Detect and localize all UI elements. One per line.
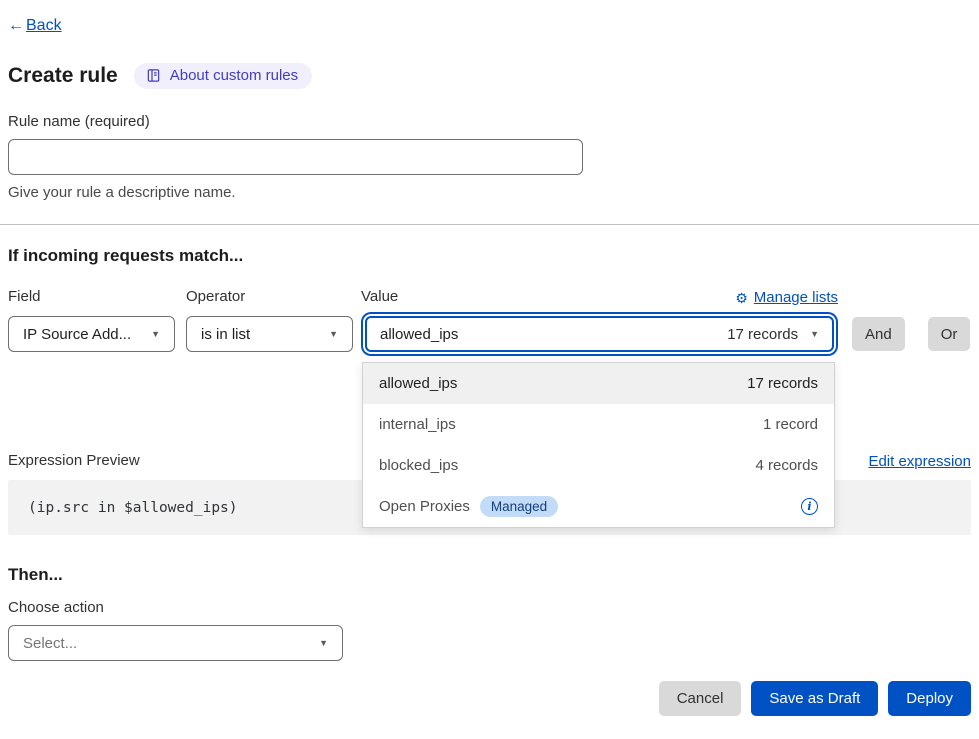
value-label: Value <box>361 288 398 306</box>
value-select[interactable]: allowed_ips 17 records ▼ <box>365 316 834 352</box>
match-labels-row: Field Operator Value ⚙ Manage lists <box>8 288 971 306</box>
footer-actions: Cancel Save as Draft Deploy <box>8 681 971 716</box>
back-link-label: Back <box>26 17 62 35</box>
match-section-heading: If incoming requests match... <box>8 246 971 266</box>
save-as-draft-button[interactable]: Save as Draft <box>751 681 878 716</box>
about-custom-rules-link[interactable]: About custom rules <box>134 63 312 89</box>
option-record-count: 4 records <box>755 457 818 474</box>
manage-lists-label: Manage lists <box>754 289 838 306</box>
about-custom-rules-label: About custom rules <box>170 67 298 84</box>
and-button[interactable]: And <box>852 317 905 351</box>
rule-name-input[interactable] <box>8 139 583 175</box>
managed-badge: Managed <box>480 496 558 517</box>
chevron-down-icon: ▼ <box>798 329 819 339</box>
info-icon[interactable]: i <box>801 498 818 515</box>
title-row: Create rule About custom rules <box>8 63 971 89</box>
field-select-value: IP Source Add... <box>23 326 131 343</box>
option-record-count: 17 records <box>747 375 818 392</box>
rule-name-group: Rule name (required) Give your rule a de… <box>8 113 971 202</box>
option-name: Open Proxies <box>379 498 470 515</box>
option-name: blocked_ips <box>379 457 458 474</box>
value-dropdown-panel: allowed_ips 17 records internal_ips 1 re… <box>362 362 835 528</box>
match-condition-row: IP Source Add... ▼ is in list ▼ allowed_… <box>8 316 971 352</box>
dropdown-option-allowed-ips[interactable]: allowed_ips 17 records <box>363 363 834 404</box>
action-select-placeholder: Select... <box>23 635 77 652</box>
field-label: Field <box>8 288 175 306</box>
chevron-down-icon: ▼ <box>309 638 328 648</box>
operator-label: Operator <box>186 288 353 306</box>
expression-preview-label: Expression Preview <box>8 452 140 470</box>
expression-code: (ip.src in $allowed_ips) <box>28 500 238 516</box>
chevron-down-icon: ▼ <box>141 329 160 339</box>
operator-select[interactable]: is in list ▼ <box>186 316 353 352</box>
back-row: ←Back <box>8 0 971 35</box>
section-divider <box>0 224 979 225</box>
back-arrow-icon: ← <box>8 17 24 35</box>
option-name: allowed_ips <box>379 375 457 392</box>
dropdown-option-blocked-ips[interactable]: blocked_ips 4 records <box>363 445 834 486</box>
operator-select-value: is in list <box>201 326 250 343</box>
action-select[interactable]: Select... ▼ <box>8 625 343 661</box>
value-select-name: allowed_ips <box>380 326 458 343</box>
option-name: internal_ips <box>379 416 456 433</box>
book-icon <box>146 68 161 83</box>
back-link[interactable]: ←Back <box>8 17 62 35</box>
create-rule-page: ←Back Create rule About custom rules Rul… <box>0 0 979 739</box>
or-button[interactable]: Or <box>928 317 971 351</box>
rule-name-label: Rule name (required) <box>8 113 971 131</box>
edit-expression-link[interactable]: Edit expression <box>868 453 971 470</box>
choose-action-label: Choose action <box>8 599 971 617</box>
value-select-meta: 17 records <box>727 326 798 343</box>
field-select[interactable]: IP Source Add... ▼ <box>8 316 175 352</box>
chevron-down-icon: ▼ <box>319 329 338 339</box>
deploy-button[interactable]: Deploy <box>888 681 971 716</box>
gear-icon: ⚙ <box>735 291 748 305</box>
cancel-button[interactable]: Cancel <box>659 681 742 716</box>
option-record-count: 1 record <box>763 416 818 433</box>
dropdown-option-open-proxies[interactable]: Open Proxies Managed i <box>363 486 834 527</box>
rule-name-helper: Give your rule a descriptive name. <box>8 184 971 202</box>
dropdown-option-internal-ips[interactable]: internal_ips 1 record <box>363 404 834 445</box>
manage-lists-link[interactable]: ⚙ Manage lists <box>735 289 838 306</box>
then-section-heading: Then... <box>8 565 971 585</box>
page-title: Create rule <box>8 63 118 89</box>
